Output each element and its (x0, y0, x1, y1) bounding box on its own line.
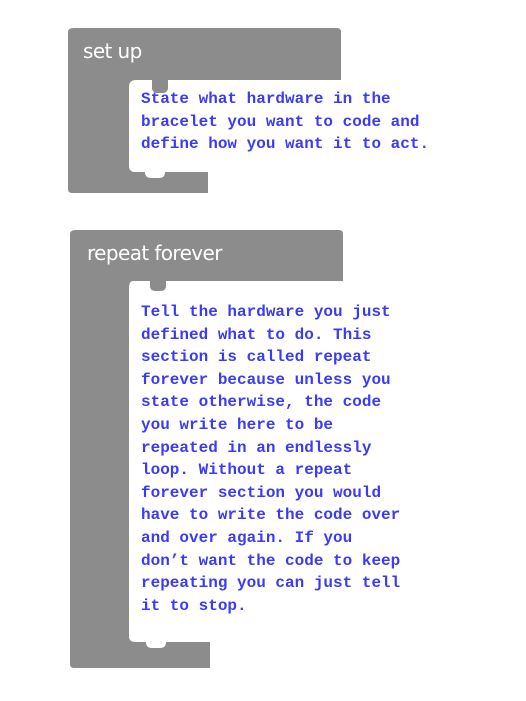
repeat-block-description: Tell the hardware you just defined what … (141, 303, 401, 615)
repeat-top-notch (150, 281, 166, 291)
setup-block-title: set up (83, 39, 142, 63)
setup-block-description: State what hardware in the bracelet you … (141, 90, 430, 154)
repeat-block-title: repeat forever (87, 241, 222, 265)
